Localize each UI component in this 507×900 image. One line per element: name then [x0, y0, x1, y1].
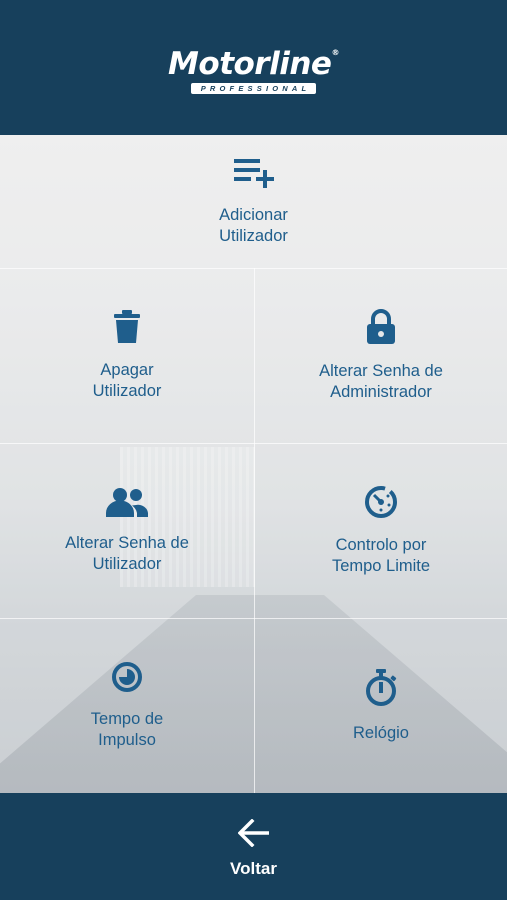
app-header: Motorline® PROFESSIONAL [0, 0, 507, 135]
logo-registered-mark: ® [331, 48, 339, 57]
clock-half-icon [112, 662, 142, 692]
settings-menu: Adicionar Utilizador Apagar Utilizador A… [0, 135, 507, 793]
clock-button[interactable]: Relógio [255, 619, 507, 793]
logo-subtext: PROFESSIONAL [190, 83, 317, 94]
time-limit-control-button[interactable]: Controlo por Tempo Limite [255, 444, 507, 618]
add-list-icon [233, 158, 274, 188]
lock-icon [367, 309, 395, 344]
back-label: Voltar [230, 858, 277, 878]
arrow-left-icon [237, 818, 269, 847]
add-user-button[interactable]: Adicionar Utilizador [0, 135, 507, 268]
delete-user-label: Apagar Utilizador [92, 361, 162, 400]
clock-label: Relógio [353, 723, 409, 742]
change-user-password-button[interactable]: Alterar Senha de Utilizador [0, 444, 254, 618]
add-user-label: Adicionar Utilizador [219, 205, 288, 245]
pulse-time-label: Tempo de Impulso [90, 710, 164, 749]
timer-dial-icon [365, 486, 397, 518]
back-button[interactable]: Voltar [0, 793, 507, 900]
logo-text: Motorline [168, 46, 332, 82]
delete-user-button[interactable]: Apagar Utilizador [0, 269, 254, 443]
time-limit-control-label: Controlo por Tempo Limite [331, 536, 431, 575]
trash-icon [114, 310, 140, 343]
stopwatch-icon [366, 668, 397, 706]
change-admin-password-label: Alterar Senha de Administrador [319, 362, 443, 401]
change-user-password-label: Alterar Senha de Utilizador [65, 534, 189, 573]
change-admin-password-button[interactable]: Alterar Senha de Administrador [255, 269, 507, 443]
pulse-time-button[interactable]: Tempo de Impulso [0, 619, 254, 793]
users-icon [106, 488, 148, 517]
motorline-logo: Motorline® PROFESSIONAL [168, 49, 339, 94]
